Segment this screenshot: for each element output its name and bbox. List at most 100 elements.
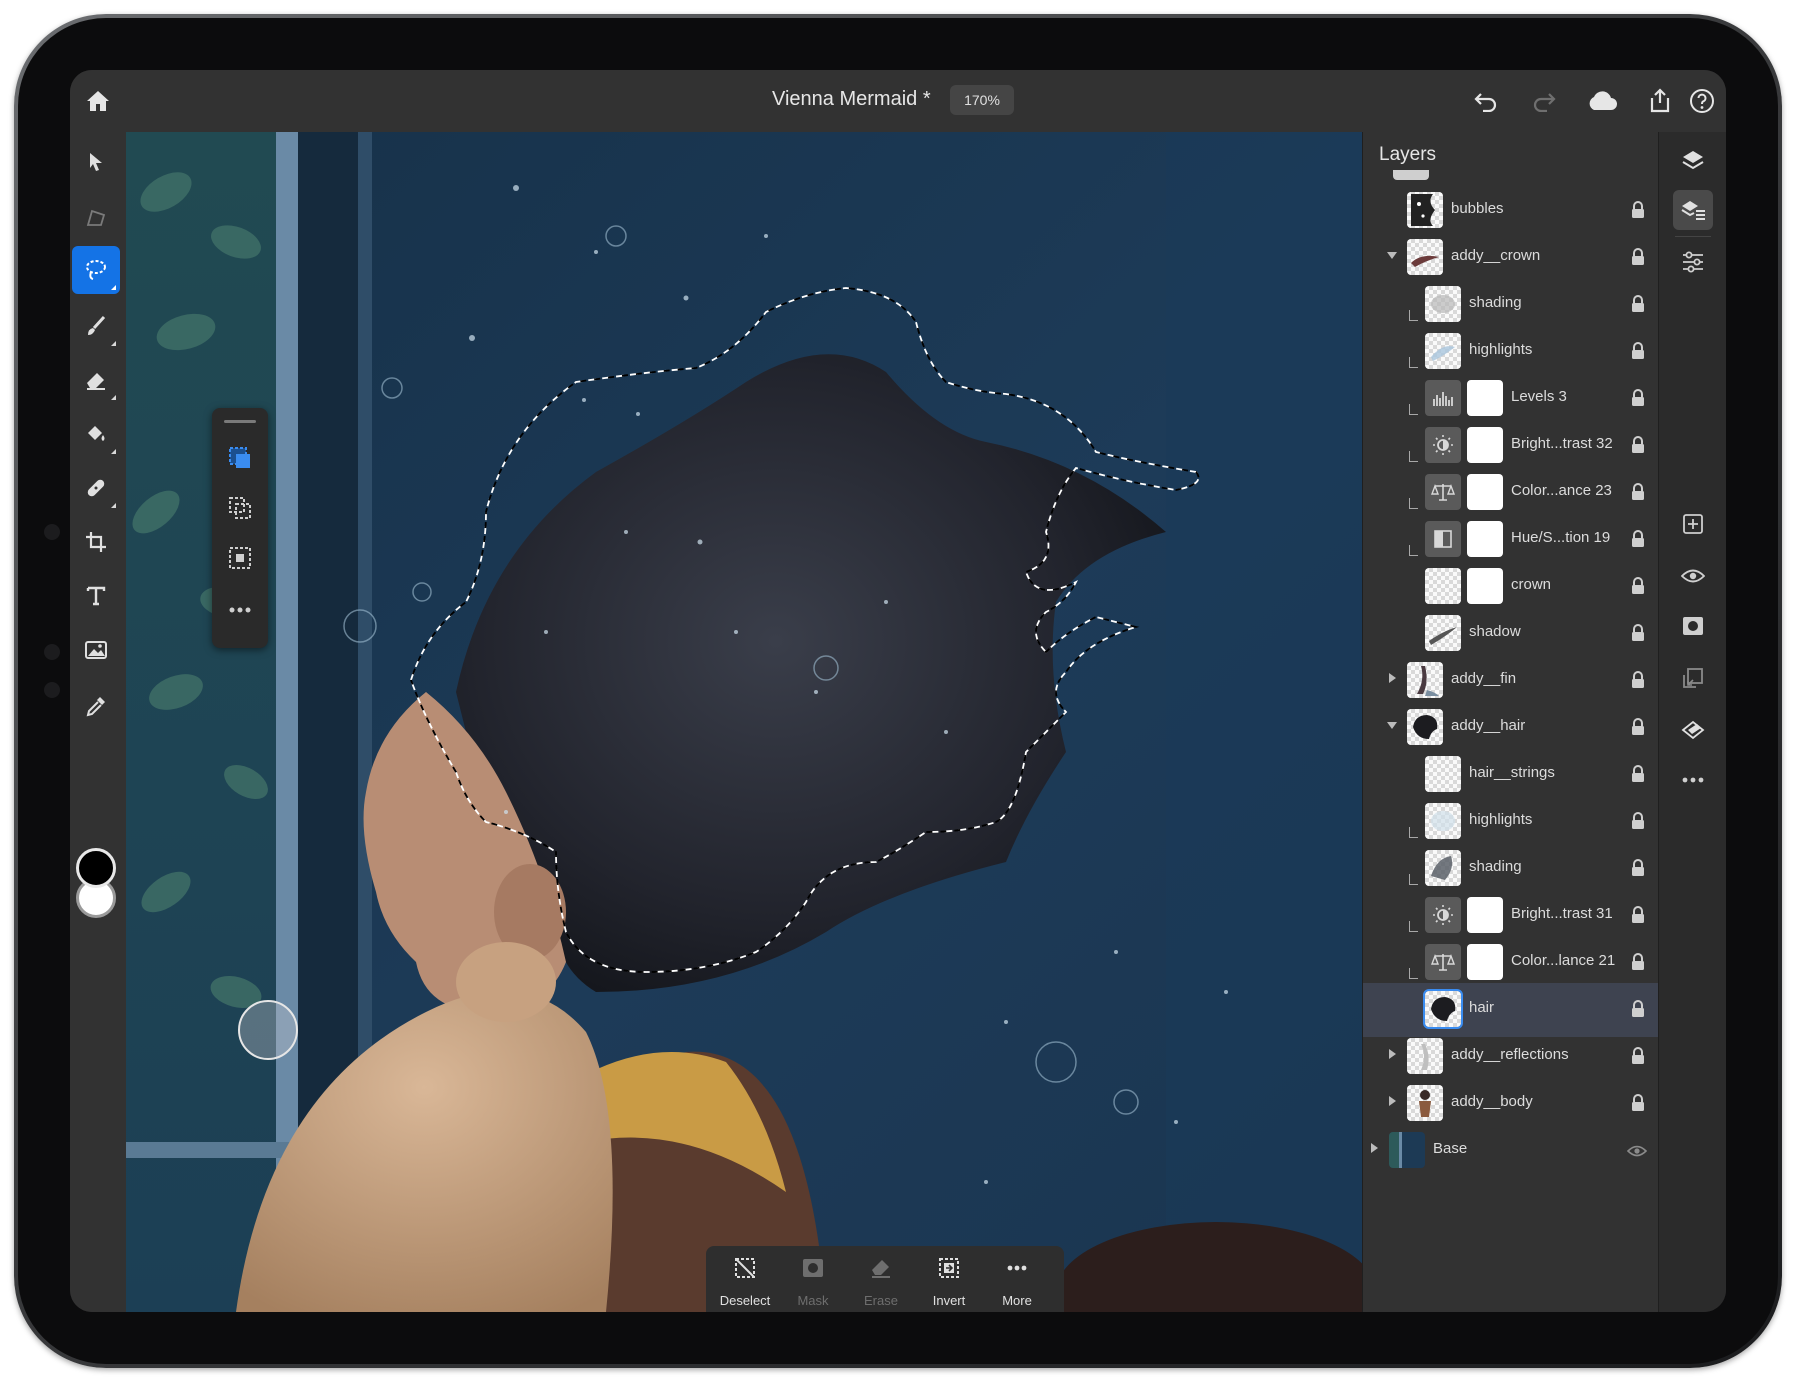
layer-group-row[interactable]: addy__fin <box>1363 654 1659 708</box>
layer-row[interactable]: highlights <box>1363 325 1659 379</box>
add-selection-icon[interactable] <box>220 488 260 528</box>
layer-properties-icon[interactable] <box>1673 190 1713 230</box>
fill-bucket-icon[interactable] <box>72 410 120 458</box>
crop-icon[interactable] <box>72 518 120 566</box>
lock-icon[interactable] <box>1631 859 1645 877</box>
lock-icon[interactable] <box>1631 530 1645 548</box>
invert-button[interactable]: Invert <box>914 1254 984 1308</box>
layer-row[interactable]: crown <box>1363 560 1659 614</box>
healing-brush-icon[interactable] <box>72 464 120 512</box>
lock-icon[interactable] <box>1631 483 1645 501</box>
right-rail <box>1658 132 1726 1312</box>
select-arrow-icon[interactable] <box>72 138 120 186</box>
mask-button[interactable]: Mask <box>778 1254 848 1308</box>
document-title[interactable]: Vienna Mermaid * <box>772 88 931 111</box>
layer-row[interactable]: hair__strings <box>1363 748 1659 802</box>
flyout-drag-handle[interactable] <box>224 420 256 423</box>
chevron-right-icon[interactable] <box>1389 1049 1396 1059</box>
lock-icon[interactable] <box>1631 1094 1645 1112</box>
lock-icon[interactable] <box>1631 389 1645 407</box>
lock-icon[interactable] <box>1631 295 1645 313</box>
layer-row[interactable]: shadow <box>1363 607 1659 661</box>
add-layer-icon[interactable] <box>1673 504 1713 544</box>
more-button[interactable]: More <box>982 1254 1052 1308</box>
visibility-icon[interactable] <box>1673 556 1713 596</box>
layer-group-row[interactable]: addy__reflections <box>1363 1030 1659 1084</box>
erase-button[interactable]: Erase <box>846 1254 916 1308</box>
subtract-selection-icon[interactable] <box>220 538 260 578</box>
layer-group-row[interactable]: addy__hair <box>1363 701 1659 755</box>
lock-icon[interactable] <box>1631 1047 1645 1065</box>
layer-row[interactable]: highlights <box>1363 795 1659 849</box>
layer-row[interactable]: Levels 3 <box>1363 372 1659 426</box>
layer-name: addy__reflections <box>1451 1046 1569 1063</box>
eye-icon[interactable] <box>1627 1144 1647 1158</box>
layer-row[interactable]: Color...lance 21 <box>1363 936 1659 990</box>
layer-group-row[interactable]: Base <box>1363 1124 1659 1178</box>
layer-mask-thumbnail <box>1467 380 1503 416</box>
layer-row[interactable]: bubbles <box>1363 184 1659 238</box>
layer-row[interactable]: shading <box>1363 842 1659 896</box>
lock-icon[interactable] <box>1631 765 1645 783</box>
lock-icon[interactable] <box>1631 812 1645 830</box>
redo-icon[interactable] <box>1528 85 1560 117</box>
chevron-right-icon[interactable] <box>1389 1096 1396 1106</box>
layer-name: Base <box>1433 1140 1468 1157</box>
layer-group-row[interactable]: addy__body <box>1363 1077 1659 1131</box>
lock-icon[interactable] <box>1631 201 1645 219</box>
chevron-right-icon[interactable] <box>1389 673 1396 683</box>
layer-row[interactable]: Bright...trast 31 <box>1363 889 1659 943</box>
chevron-right-icon[interactable] <box>1371 1143 1378 1153</box>
layer-group-row[interactable]: addy__crown <box>1363 231 1659 285</box>
layer-row[interactable]: Color...ance 23 <box>1363 466 1659 520</box>
eyedropper-icon[interactable] <box>72 682 120 730</box>
eraser-icon[interactable] <box>72 356 120 404</box>
more-icon[interactable] <box>1673 760 1713 800</box>
transform-icon[interactable] <box>72 194 120 242</box>
lock-icon[interactable] <box>1631 671 1645 689</box>
deselect-button[interactable]: Deselect <box>710 1254 780 1308</box>
home-icon[interactable] <box>82 85 114 117</box>
share-icon[interactable] <box>1644 85 1676 117</box>
contextual-taskbar: Deselect Mask Erase Invert More <box>706 1246 1064 1312</box>
lock-icon[interactable] <box>1631 906 1645 924</box>
lock-icon[interactable] <box>1631 577 1645 595</box>
lock-icon[interactable] <box>1631 624 1645 642</box>
erase-label: Erase <box>864 1293 898 1308</box>
layer-row[interactable]: Hue/S...tion 19 <box>1363 513 1659 567</box>
layer-row-selected[interactable]: hair <box>1363 983 1659 1037</box>
lock-icon[interactable] <box>1631 436 1645 454</box>
lock-icon[interactable] <box>1631 953 1645 971</box>
type-icon[interactable] <box>72 572 120 620</box>
lock-icon[interactable] <box>1631 342 1645 360</box>
place-image-icon[interactable] <box>72 626 120 674</box>
fill-layer-icon[interactable] <box>1673 710 1713 750</box>
clipping-mask-icon <box>1409 357 1418 368</box>
more-icon[interactable] <box>220 590 260 630</box>
top-bar: Vienna Mermaid * 170% <box>70 70 1726 133</box>
lock-icon[interactable] <box>1631 1000 1645 1018</box>
add-mask-icon[interactable] <box>1673 606 1713 646</box>
chevron-down-icon[interactable] <box>1387 722 1397 729</box>
cloud-icon[interactable] <box>1586 85 1618 117</box>
adjustments-icon[interactable] <box>1673 242 1713 282</box>
layer-thumbnail <box>1425 286 1461 322</box>
brush-icon[interactable] <box>72 302 120 350</box>
new-selection-icon[interactable] <box>220 438 260 478</box>
lasso-icon[interactable] <box>72 246 120 294</box>
divider <box>1675 236 1711 237</box>
layer-row[interactable]: shading <box>1363 278 1659 332</box>
document-canvas[interactable]: Deselect Mask Erase Invert More <box>126 132 1362 1312</box>
foreground-color-swatch[interactable] <box>76 848 116 888</box>
lock-icon[interactable] <box>1631 718 1645 736</box>
layers-icon[interactable] <box>1673 140 1713 180</box>
undo-icon[interactable] <box>1470 85 1502 117</box>
zoom-level[interactable]: 170% <box>950 85 1014 115</box>
help-icon[interactable] <box>1686 85 1718 117</box>
more-icon <box>1007 1265 1027 1271</box>
chevron-down-icon[interactable] <box>1387 252 1397 259</box>
layer-thumbnail <box>1425 803 1461 839</box>
layer-row[interactable]: Bright...trast 32 <box>1363 419 1659 473</box>
lock-icon[interactable] <box>1631 248 1645 266</box>
clipping-icon[interactable] <box>1673 658 1713 698</box>
